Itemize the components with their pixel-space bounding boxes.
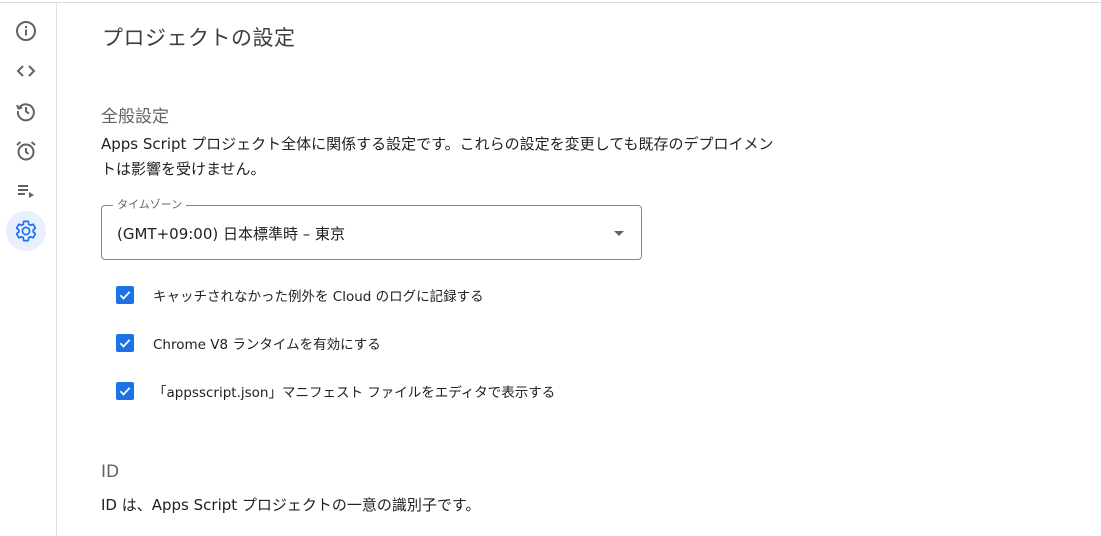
nav-triggers[interactable] [6, 131, 46, 171]
timezone-value: (GMT+09:00) 日本標準時 – 東京 [117, 225, 346, 243]
dropdown-arrow-icon [614, 231, 624, 236]
playlist-play-icon [18, 185, 34, 198]
v8-runtime-option: Chrome V8 ランタイムを有効にする [116, 333, 381, 353]
nav-overview[interactable] [6, 11, 46, 51]
log-exceptions-label[interactable]: キャッチされなかった例外を Cloud のログに記録する [153, 285, 484, 305]
show-manifest-option: 「appsscript.json」マニフェスト ファイルをエディタで表示する [116, 381, 555, 401]
info-icon [16, 21, 36, 41]
show-manifest-label[interactable]: 「appsscript.json」マニフェスト ファイルをエディタで表示する [153, 381, 555, 401]
nav-executions[interactable] [6, 91, 46, 131]
alarm-icon [16, 141, 36, 161]
description-line-2: トは影響を受けません。 [101, 160, 266, 178]
check-icon [119, 291, 131, 300]
v8-runtime-checkbox[interactable] [116, 334, 134, 352]
general-settings-heading: 全般設定 [101, 107, 169, 127]
ids-heading: ID [101, 462, 120, 482]
page-title: プロジェクトの設定 [102, 26, 296, 50]
log-exceptions-option: キャッチされなかった例外を Cloud のログに記録する [116, 285, 484, 305]
description-line-1: Apps Script プロジェクト全体に関係する設定です。これらの設定を変更し… [101, 135, 774, 153]
nav-editor[interactable] [6, 51, 46, 91]
left-nav-rail [0, 3, 57, 536]
ids-description: ID は、Apps Script プロジェクトの一意の識別子です。 [101, 496, 481, 514]
v8-runtime-label[interactable]: Chrome V8 ランタイムを有効にする [153, 333, 381, 353]
top-divider [0, 2, 1101, 3]
general-settings-description: Apps Script プロジェクト全体に関係する設定です。これらの設定を変更し… [101, 132, 773, 182]
log-exceptions-checkbox[interactable] [116, 286, 134, 304]
show-manifest-checkbox[interactable] [116, 382, 134, 400]
timezone-label: タイムゾーン [113, 198, 187, 212]
code-icon [16, 65, 36, 77]
nav-project-settings[interactable] [6, 211, 46, 251]
timezone-select[interactable]: タイムゾーン (GMT+09:00) 日本標準時 – 東京 [101, 198, 642, 260]
nav-executions-list[interactable] [6, 171, 46, 211]
check-icon [119, 387, 131, 396]
check-icon [119, 339, 131, 348]
gear-icon [15, 220, 37, 242]
history-icon [16, 103, 35, 122]
